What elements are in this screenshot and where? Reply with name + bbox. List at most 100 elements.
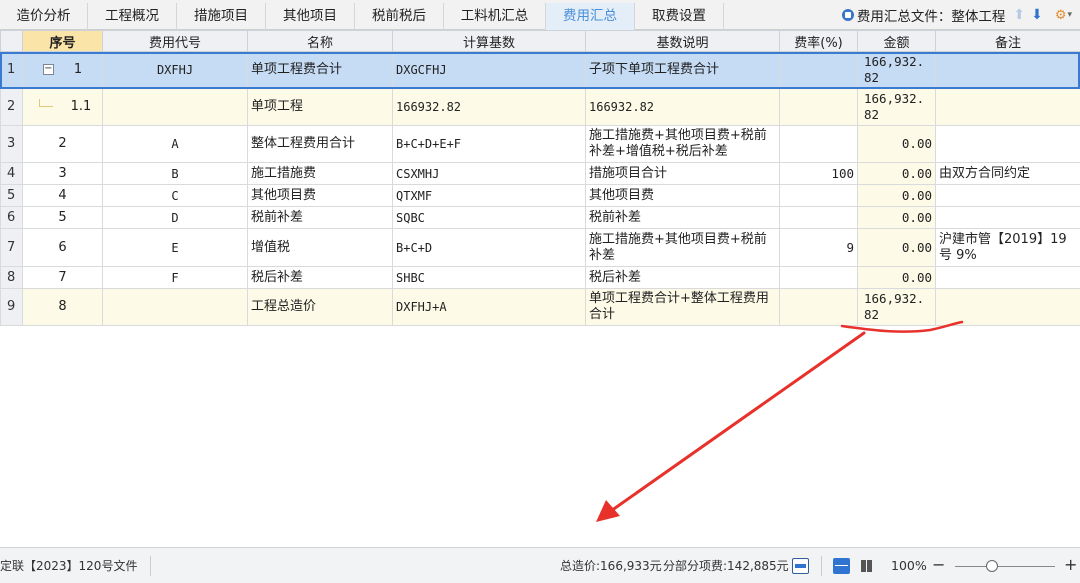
name-cell[interactable]: 单项工程费合计 xyxy=(247,51,393,89)
note-cell[interactable] xyxy=(935,51,1080,89)
seq-cell[interactable]: 2 xyxy=(22,125,103,163)
table-row[interactable]: 4 3 B 施工措施费 CSXMHJ 措施项目合计 100 0.00 由双方合同… xyxy=(0,162,1080,185)
table-row[interactable]: 8 7 F 税后补差 SHBC 税后补差 0.00 xyxy=(0,266,1080,289)
toolbar-settings-icon[interactable]: ⚙ xyxy=(1055,8,1067,23)
seq-cell[interactable]: 1.1 xyxy=(22,88,103,126)
base-cell[interactable]: 166932.82 xyxy=(392,88,586,126)
tab-measure-items[interactable]: 措施项目 xyxy=(177,3,266,30)
base-desc-cell[interactable]: 施工措施费+其他项目费+税前补差 xyxy=(585,228,780,267)
header-seq[interactable]: 序号 xyxy=(22,30,103,52)
arrow-up-icon[interactable]: ⬆ xyxy=(1013,7,1025,23)
table-row[interactable]: 2 1.1 单项工程 166932.82 166932.82 166,932.8… xyxy=(0,88,1080,126)
name-cell[interactable]: 整体工程费用合计 xyxy=(247,125,393,163)
base-cell[interactable]: B+C+D+E+F xyxy=(392,125,586,163)
code-cell[interactable]: F xyxy=(102,266,248,289)
tab-fee-settings[interactable]: 取费设置 xyxy=(635,3,724,30)
collapse-icon[interactable]: − xyxy=(42,64,54,75)
table-row[interactable]: 5 4 C 其他项目费 QTXMF 其他项目费 0.00 xyxy=(0,184,1080,207)
code-cell[interactable]: C xyxy=(102,184,248,207)
note-cell[interactable] xyxy=(935,88,1080,126)
seq-cell[interactable]: −1 xyxy=(22,51,103,89)
base-desc-cell[interactable]: 其他项目费 xyxy=(585,184,780,207)
note-cell[interactable]: 沪建市管【2019】19号 9% xyxy=(935,228,1080,267)
base-cell[interactable]: DXGCFHJ xyxy=(392,51,586,89)
seq-cell[interactable]: 7 xyxy=(22,266,103,289)
rate-cell[interactable]: 100 xyxy=(779,162,858,185)
amount-cell[interactable]: 0.00 xyxy=(857,184,936,207)
header-base[interactable]: 计算基数 xyxy=(392,30,586,52)
rate-cell[interactable] xyxy=(779,88,858,126)
code-cell[interactable]: D xyxy=(102,206,248,229)
seq-cell[interactable]: 6 xyxy=(22,228,103,267)
amount-cell[interactable]: 0.00 xyxy=(857,125,936,163)
seq-cell[interactable]: 8 xyxy=(22,288,103,326)
note-cell[interactable] xyxy=(935,184,1080,207)
header-rate[interactable]: 费率(%) xyxy=(779,30,858,52)
zoom-slider-handle[interactable] xyxy=(986,560,998,572)
base-cell[interactable]: CSXMHJ xyxy=(392,162,586,185)
code-cell[interactable]: DXFHJ xyxy=(102,51,248,89)
tab-other-items[interactable]: 其他项目 xyxy=(266,3,355,30)
note-cell[interactable] xyxy=(935,206,1080,229)
base-cell[interactable]: DXFHJ+A xyxy=(392,288,586,326)
zoom-in-icon[interactable]: + xyxy=(1064,548,1077,583)
table-row[interactable]: 9 8 工程总造价 DXFHJ+A 单项工程费合计+整体工程费用合计 166,9… xyxy=(0,288,1080,326)
code-cell[interactable] xyxy=(102,288,248,326)
zoom-slider-track[interactable] xyxy=(955,566,1055,567)
amount-cell[interactable]: 0.00 xyxy=(857,162,936,185)
window-layout-icon[interactable] xyxy=(792,558,809,574)
header-name[interactable]: 名称 xyxy=(247,30,393,52)
arrow-down-icon[interactable]: ⬇ xyxy=(1031,7,1043,23)
amount-cell[interactable]: 166,932.82 xyxy=(857,288,936,326)
base-cell[interactable]: SQBC xyxy=(392,206,586,229)
tab-project-overview[interactable]: 工程概况 xyxy=(88,3,177,30)
base-cell[interactable]: B+C+D xyxy=(392,228,586,267)
rate-cell[interactable] xyxy=(779,184,858,207)
name-cell[interactable]: 增值税 xyxy=(247,228,393,267)
split-vertical-icon[interactable] xyxy=(833,558,850,574)
zoom-out-icon[interactable]: − xyxy=(932,548,945,583)
name-cell[interactable]: 税前补差 xyxy=(247,206,393,229)
name-cell[interactable]: 税后补差 xyxy=(247,266,393,289)
base-desc-cell[interactable]: 措施项目合计 xyxy=(585,162,780,185)
seq-cell[interactable]: 3 xyxy=(22,162,103,185)
seq-cell[interactable]: 4 xyxy=(22,184,103,207)
name-cell[interactable]: 单项工程 xyxy=(247,88,393,126)
table-row[interactable]: 3 2 A 整体工程费用合计 B+C+D+E+F 施工措施费+其他项目费+税前补… xyxy=(0,125,1080,163)
code-cell[interactable]: E xyxy=(102,228,248,267)
code-cell[interactable]: B xyxy=(102,162,248,185)
note-cell[interactable] xyxy=(935,125,1080,163)
base-desc-cell[interactable]: 施工措施费+其他项目费+税前补差+增值税+税后补差 xyxy=(585,125,780,163)
amount-cell[interactable]: 0.00 xyxy=(857,206,936,229)
amount-cell[interactable]: 0.00 xyxy=(857,228,936,267)
amount-cell[interactable]: 0.00 xyxy=(857,266,936,289)
tab-labor-material-machine[interactable]: 工料机汇总 xyxy=(444,3,546,30)
amount-cell[interactable]: 166,932.82 xyxy=(857,51,936,89)
header-base-desc[interactable]: 基数说明 xyxy=(585,30,780,52)
tab-cost-summary[interactable]: 费用汇总 xyxy=(546,3,635,30)
base-desc-cell[interactable]: 单项工程费合计+整体工程费用合计 xyxy=(585,288,780,326)
tab-pre-post-tax[interactable]: 税前税后 xyxy=(355,3,444,30)
name-cell[interactable]: 其他项目费 xyxy=(247,184,393,207)
header-code[interactable]: 费用代号 xyxy=(102,30,248,52)
base-cell[interactable]: SHBC xyxy=(392,266,586,289)
chevron-down-icon[interactable]: ▾ xyxy=(1067,10,1072,20)
rate-cell[interactable] xyxy=(779,51,858,89)
base-desc-cell[interactable]: 子项下单项工程费合计 xyxy=(585,51,780,89)
table-row[interactable]: 6 5 D 税前补差 SQBC 税前补差 0.00 xyxy=(0,206,1080,229)
rate-cell[interactable] xyxy=(779,125,858,163)
rate-cell[interactable]: 9 xyxy=(779,228,858,267)
base-cell[interactable]: QTXMF xyxy=(392,184,586,207)
amount-cell[interactable]: 166,932.82 xyxy=(857,88,936,126)
base-desc-cell[interactable]: 166932.82 xyxy=(585,88,780,126)
seq-cell[interactable]: 5 xyxy=(22,206,103,229)
table-row[interactable]: 7 6 E 增值税 B+C+D 施工措施费+其他项目费+税前补差 9 0.00 … xyxy=(0,228,1080,267)
note-cell[interactable] xyxy=(935,266,1080,289)
code-cell[interactable] xyxy=(102,88,248,126)
rate-cell[interactable] xyxy=(779,288,858,326)
split-horizontal-icon[interactable] xyxy=(860,558,874,574)
code-cell[interactable]: A xyxy=(102,125,248,163)
name-cell[interactable]: 施工措施费 xyxy=(247,162,393,185)
tab-cost-analysis[interactable]: 造价分析 xyxy=(0,3,88,30)
rate-cell[interactable] xyxy=(779,266,858,289)
